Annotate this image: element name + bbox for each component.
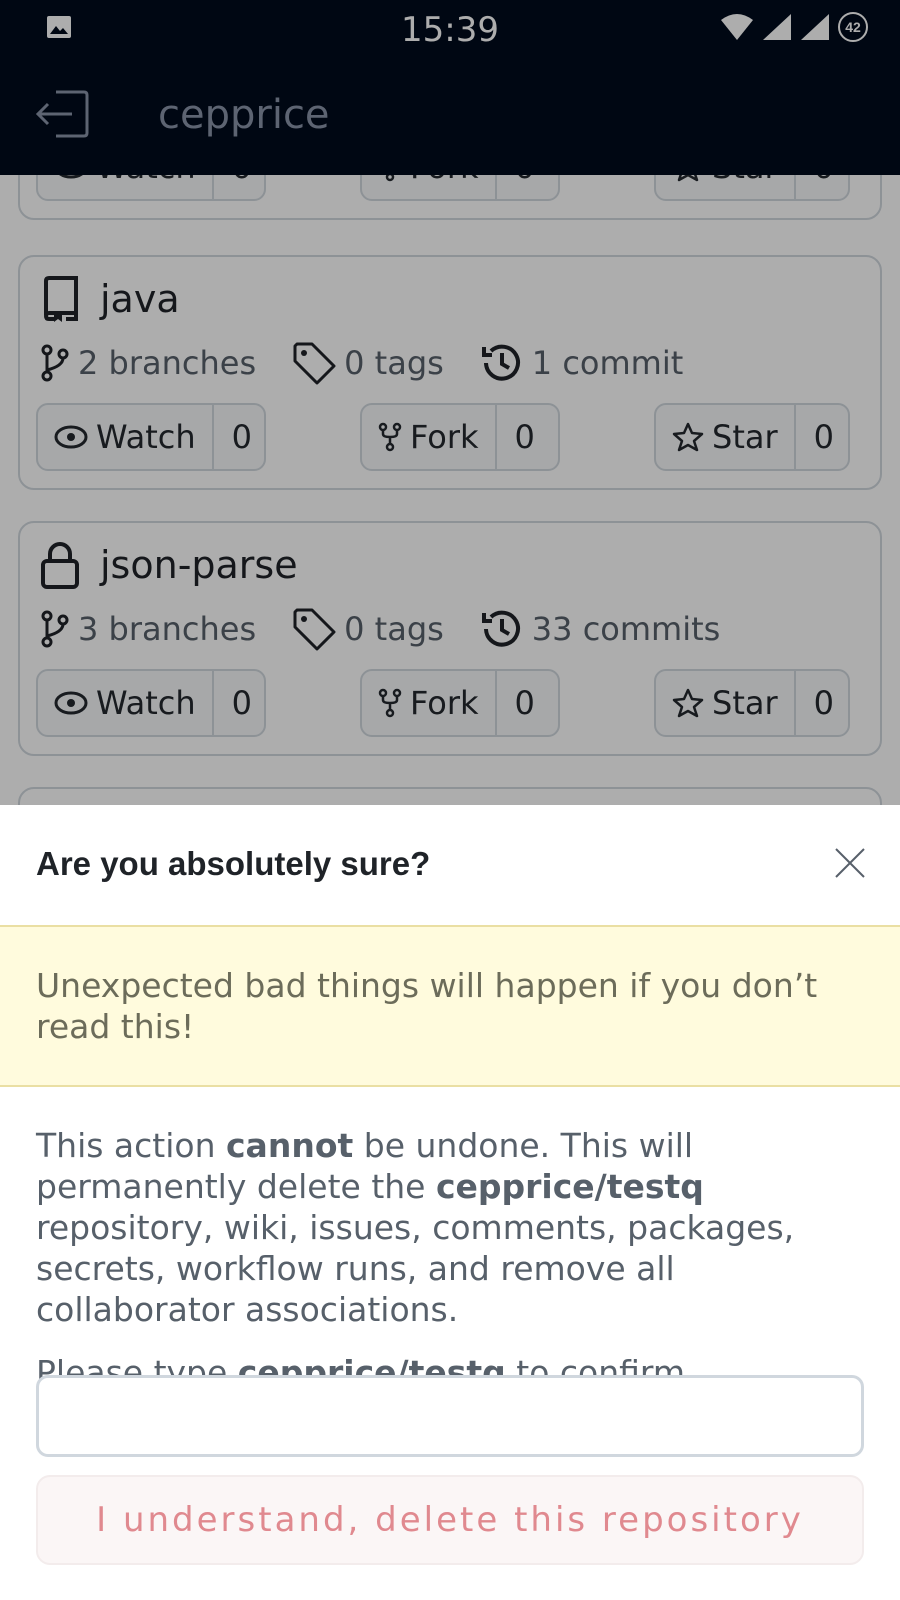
- delete-repository-button[interactable]: I understand, delete this repository: [36, 1475, 864, 1565]
- dialog-title: Are you absolutely sure?: [36, 845, 431, 882]
- dialog-header: Are you absolutely sure?: [0, 805, 900, 925]
- body-bold-2: cepprice/testq: [435, 1167, 704, 1206]
- consequence-text: This action cannot be undone. This will …: [36, 1125, 864, 1330]
- body-part-1: This action: [36, 1126, 226, 1165]
- dialog-body: This action cannot be undone. This will …: [0, 1087, 900, 1393]
- body-part-3: repository, wiki, issues, comments, pack…: [36, 1208, 795, 1329]
- delete-confirm-dialog: Are you absolutely sure? Unexpected bad …: [0, 805, 900, 1600]
- body-bold-1: cannot: [226, 1126, 354, 1165]
- modal-backdrop[interactable]: [0, 0, 900, 805]
- warning-text: Unexpected bad things will happen if you…: [36, 966, 818, 1046]
- close-icon[interactable]: [834, 847, 866, 879]
- confirm-repo-input[interactable]: [36, 1375, 864, 1457]
- warning-banner: Unexpected bad things will happen if you…: [0, 925, 900, 1087]
